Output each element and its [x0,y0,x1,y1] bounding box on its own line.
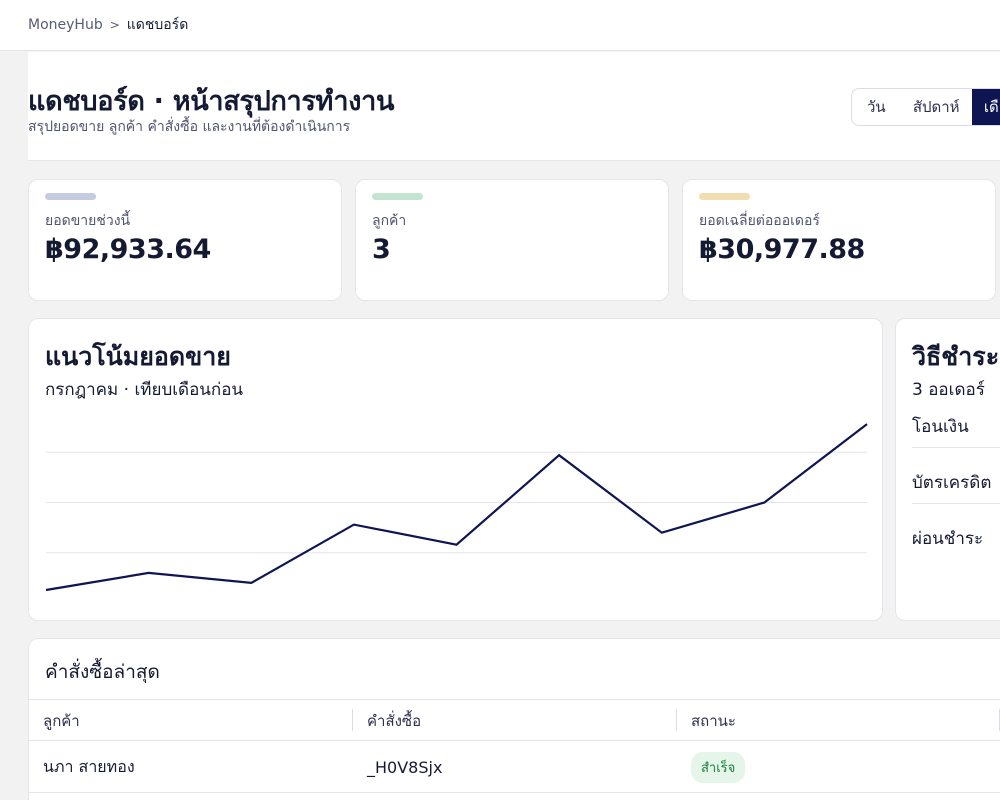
range-tab-day[interactable]: วัน [852,89,901,125]
payment-method-item: โอนเงิน [912,417,969,437]
kpi-accent-bar [45,193,96,200]
sales-trend-line [45,423,868,592]
kpi-value: ฿30,977.88 [699,234,865,265]
recent-orders-card: คำสั่งซื้อล่าสุด ลูกค้า คำสั่งซื้อ สถานะ… [28,638,1000,800]
chart-data-point[interactable] [861,418,873,430]
date-range-segmented-control: วัน สัปดาห์ เดือน [851,88,1000,126]
kpi-label: ยอดขายช่วงนี้ [45,213,131,229]
column-header-customer[interactable]: ลูกค้า [43,700,80,742]
kpi-card-avg-order: ยอดเฉลี่ยต่อออเดอร์ ฿30,977.88 [682,179,996,301]
breadcrumb-root-link[interactable]: MoneyHub [28,17,103,33]
chart-data-point[interactable] [656,527,668,539]
sales-trend-chart [40,418,873,596]
divider [912,503,1000,504]
chart-data-point[interactable] [245,577,257,589]
kpi-value: ฿92,933.64 [45,234,211,265]
cell-status: สำเร็จ [691,741,746,793]
table-row[interactable]: นภา สายทอง _H0V8Sjx สำเร็จ [29,741,1000,793]
column-divider [352,709,353,731]
chart-data-point[interactable] [758,497,770,509]
payment-methods-card: วิธีชำระเงิน 3 ออเดอร์ โอนเงิน บัตรเครดิ… [895,318,1000,621]
orders-title: คำสั่งซื้อล่าสุด [45,661,160,683]
cell-customer: นภา สายทอง [43,756,135,776]
payment-subtitle: 3 ออเดอร์ [912,380,985,400]
status-badge: สำเร็จ [691,751,746,783]
kpi-accent-bar [699,193,750,200]
page-subtitle: สรุปยอดขาย ลูกค้า คำสั่งซื้อ และงานที่ต้… [28,119,351,135]
top-bar: MoneyHub > แดชบอร์ด [0,0,1000,51]
column-divider [676,709,677,731]
range-tab-month[interactable]: เดือน [971,89,1000,125]
kpi-label: ลูกค้า [372,213,407,229]
breadcrumb-current: แดชบอร์ด [126,17,189,33]
kpi-label: ยอดเฉลี่ยต่อออเดอร์ [699,213,820,229]
payment-method-item: บัตรเครดิต [912,473,992,493]
kpi-card-sales: ยอดขายช่วงนี้ ฿92,933.64 [28,179,342,301]
payment-method-item: ผ่อนชำระ [912,529,984,549]
chart-data-point[interactable] [553,449,565,461]
payment-title: วิธีชำระเงิน [912,342,1000,371]
chart-data-point[interactable] [143,567,155,579]
column-header-status[interactable]: สถานะ [691,700,736,742]
table-header: ลูกค้า คำสั่งซื้อ สถานะ [29,699,1000,741]
column-header-order[interactable]: คำสั่งซื้อ [367,700,421,742]
chart-data-point[interactable] [348,519,360,531]
cell-order-id: _H0V8Sjx [367,757,443,777]
kpi-accent-bar [372,193,423,200]
kpi-value: 3 [372,234,391,265]
breadcrumb: MoneyHub > แดชบอร์ด [28,14,188,36]
chart-data-point[interactable] [40,584,52,596]
range-tab-week[interactable]: สัปดาห์ [901,89,972,125]
sales-trend-card: แนวโน้มยอดขาย กรกฎาคม · เทียบเดือนก่อน [28,318,883,621]
kpi-card-customers: ลูกค้า 3 [355,179,669,301]
breadcrumb-separator: > [109,18,120,32]
chart-data-point[interactable] [451,539,463,551]
divider [912,447,1000,448]
